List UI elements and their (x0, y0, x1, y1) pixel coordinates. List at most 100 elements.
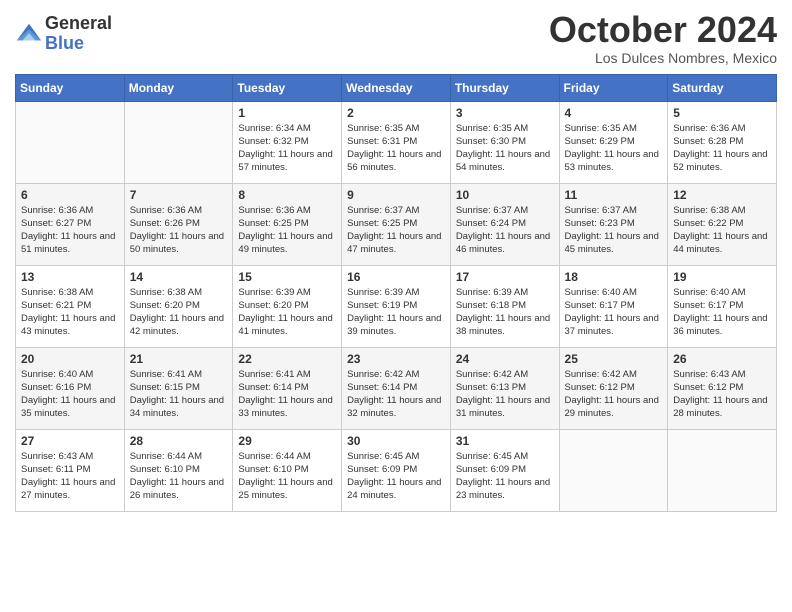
calendar-week-4: 20 Sunrise: 6:40 AM Sunset: 6:16 PM Dayli… (16, 347, 777, 429)
day-info: Sunrise: 6:42 AM Sunset: 6:12 PM Dayligh… (565, 368, 663, 421)
day-number: 25 (565, 352, 663, 366)
calendar-cell: 31Sunrise: 6:45 AM Sunset: 6:09 PM Dayli… (450, 429, 559, 511)
day-info: Sunrise: 6:40 AM Sunset: 6:17 PM Dayligh… (565, 286, 663, 339)
day-info: Sunrise: 6:44 AM Sunset: 6:10 PM Dayligh… (238, 450, 336, 503)
month-title: October 2024 (549, 10, 777, 50)
day-info: Sunrise: 6:35 AM Sunset: 6:29 PM Dayligh… (565, 122, 663, 175)
title-block: October 2024 Los Dulces Nombres, Mexico (549, 10, 777, 66)
day-info: Sunrise: 6:41 AM Sunset: 6:14 PM Dayligh… (238, 368, 336, 421)
day-number: 7 (130, 188, 228, 202)
day-number: 10 (456, 188, 554, 202)
calendar-cell: 28 Sunrise: 6:44 AM Sunset: 6:10 PM Dayli… (124, 429, 233, 511)
day-number: 28 (130, 434, 228, 448)
day-number: 26 (673, 352, 771, 366)
calendar-cell: 12 Sunrise: 6:38 AM Sunset: 6:22 PM Dayli… (668, 183, 777, 265)
day-info: Sunrise: 6:37 AM Sunset: 6:24 PM Dayligh… (456, 204, 554, 257)
day-number: 14 (130, 270, 228, 284)
day-number: 11 (565, 188, 663, 202)
calendar-cell: 5 Sunrise: 6:36 AM Sunset: 6:28 PM Daylig… (668, 101, 777, 183)
logo: General Blue (15, 14, 112, 54)
calendar-cell: 21Sunrise: 6:41 AM Sunset: 6:15 PM Dayli… (124, 347, 233, 429)
calendar-cell: 1Sunrise: 6:34 AM Sunset: 6:32 PM Daylig… (233, 101, 342, 183)
day-number: 1 (238, 106, 336, 120)
day-number: 3 (456, 106, 554, 120)
calendar-cell: 9 Sunrise: 6:37 AM Sunset: 6:25 PM Daylig… (342, 183, 451, 265)
day-info: Sunrise: 6:43 AM Sunset: 6:11 PM Dayligh… (21, 450, 119, 503)
calendar-header-row: SundayMondayTuesdayWednesdayThursdayFrid… (16, 74, 777, 101)
day-info: Sunrise: 6:39 AM Sunset: 6:18 PM Dayligh… (456, 286, 554, 339)
calendar-cell: 27 Sunrise: 6:43 AM Sunset: 6:11 PM Dayli… (16, 429, 125, 511)
calendar-cell: 22 Sunrise: 6:41 AM Sunset: 6:14 PM Dayli… (233, 347, 342, 429)
calendar-cell: 15 Sunrise: 6:39 AM Sunset: 6:20 PM Dayli… (233, 265, 342, 347)
calendar-cell: 13 Sunrise: 6:38 AM Sunset: 6:21 PM Dayli… (16, 265, 125, 347)
calendar-week-2: 6Sunrise: 6:36 AM Sunset: 6:27 PM Daylig… (16, 183, 777, 265)
day-info: Sunrise: 6:41 AM Sunset: 6:15 PM Dayligh… (130, 368, 228, 421)
day-number: 4 (565, 106, 663, 120)
day-info: Sunrise: 6:36 AM Sunset: 6:25 PM Dayligh… (238, 204, 336, 257)
calendar-cell (16, 101, 125, 183)
logo-text: General Blue (45, 14, 112, 54)
calendar-cell: 16 Sunrise: 6:39 AM Sunset: 6:19 PM Dayli… (342, 265, 451, 347)
calendar-cell: 30Sunrise: 6:45 AM Sunset: 6:09 PM Dayli… (342, 429, 451, 511)
weekday-header-saturday: Saturday (668, 74, 777, 101)
day-info: Sunrise: 6:42 AM Sunset: 6:14 PM Dayligh… (347, 368, 445, 421)
weekday-header-thursday: Thursday (450, 74, 559, 101)
day-number: 30 (347, 434, 445, 448)
day-number: 29 (238, 434, 336, 448)
day-number: 27 (21, 434, 119, 448)
calendar-cell: 25 Sunrise: 6:42 AM Sunset: 6:12 PM Dayli… (559, 347, 668, 429)
weekday-header-tuesday: Tuesday (233, 74, 342, 101)
logo-blue: Blue (45, 34, 112, 54)
day-number: 12 (673, 188, 771, 202)
calendar-cell: 24 Sunrise: 6:42 AM Sunset: 6:13 PM Dayli… (450, 347, 559, 429)
day-info: Sunrise: 6:36 AM Sunset: 6:26 PM Dayligh… (130, 204, 228, 257)
calendar-cell: 2Sunrise: 6:35 AM Sunset: 6:31 PM Daylig… (342, 101, 451, 183)
day-info: Sunrise: 6:40 AM Sunset: 6:16 PM Dayligh… (21, 368, 119, 421)
calendar-table: SundayMondayTuesdayWednesdayThursdayFrid… (15, 74, 777, 512)
weekday-header-sunday: Sunday (16, 74, 125, 101)
day-number: 15 (238, 270, 336, 284)
day-number: 8 (238, 188, 336, 202)
calendar-cell: 8 Sunrise: 6:36 AM Sunset: 6:25 PM Daylig… (233, 183, 342, 265)
day-number: 13 (21, 270, 119, 284)
calendar-cell: 7 Sunrise: 6:36 AM Sunset: 6:26 PM Daylig… (124, 183, 233, 265)
logo-general: General (45, 14, 112, 34)
calendar-body: 1Sunrise: 6:34 AM Sunset: 6:32 PM Daylig… (16, 101, 777, 511)
day-info: Sunrise: 6:43 AM Sunset: 6:12 PM Dayligh… (673, 368, 771, 421)
calendar-cell: 4 Sunrise: 6:35 AM Sunset: 6:29 PM Daylig… (559, 101, 668, 183)
calendar-cell: 14 Sunrise: 6:38 AM Sunset: 6:20 PM Dayli… (124, 265, 233, 347)
day-info: Sunrise: 6:38 AM Sunset: 6:20 PM Dayligh… (130, 286, 228, 339)
calendar-cell: 23Sunrise: 6:42 AM Sunset: 6:14 PM Dayli… (342, 347, 451, 429)
day-info: Sunrise: 6:39 AM Sunset: 6:20 PM Dayligh… (238, 286, 336, 339)
page-header: General Blue October 2024 Los Dulces Nom… (15, 10, 777, 66)
calendar-cell (559, 429, 668, 511)
calendar-cell: 11 Sunrise: 6:37 AM Sunset: 6:23 PM Dayli… (559, 183, 668, 265)
day-info: Sunrise: 6:40 AM Sunset: 6:17 PM Dayligh… (673, 286, 771, 339)
day-number: 9 (347, 188, 445, 202)
calendar-cell: 6Sunrise: 6:36 AM Sunset: 6:27 PM Daylig… (16, 183, 125, 265)
day-info: Sunrise: 6:36 AM Sunset: 6:28 PM Dayligh… (673, 122, 771, 175)
day-info: Sunrise: 6:42 AM Sunset: 6:13 PM Dayligh… (456, 368, 554, 421)
calendar-cell: 20 Sunrise: 6:40 AM Sunset: 6:16 PM Dayli… (16, 347, 125, 429)
day-number: 16 (347, 270, 445, 284)
day-info: Sunrise: 6:37 AM Sunset: 6:25 PM Dayligh… (347, 204, 445, 257)
calendar-cell: 29 Sunrise: 6:44 AM Sunset: 6:10 PM Dayli… (233, 429, 342, 511)
day-info: Sunrise: 6:38 AM Sunset: 6:22 PM Dayligh… (673, 204, 771, 257)
day-number: 31 (456, 434, 554, 448)
day-info: Sunrise: 6:44 AM Sunset: 6:10 PM Dayligh… (130, 450, 228, 503)
day-number: 18 (565, 270, 663, 284)
calendar-cell: 26 Sunrise: 6:43 AM Sunset: 6:12 PM Dayli… (668, 347, 777, 429)
day-number: 22 (238, 352, 336, 366)
day-info: Sunrise: 6:35 AM Sunset: 6:31 PM Dayligh… (347, 122, 445, 175)
weekday-header-friday: Friday (559, 74, 668, 101)
day-number: 20 (21, 352, 119, 366)
day-number: 17 (456, 270, 554, 284)
day-info: Sunrise: 6:37 AM Sunset: 6:23 PM Dayligh… (565, 204, 663, 257)
day-info: Sunrise: 6:39 AM Sunset: 6:19 PM Dayligh… (347, 286, 445, 339)
day-number: 5 (673, 106, 771, 120)
day-number: 24 (456, 352, 554, 366)
day-info: Sunrise: 6:35 AM Sunset: 6:30 PM Dayligh… (456, 122, 554, 175)
day-info: Sunrise: 6:38 AM Sunset: 6:21 PM Dayligh… (21, 286, 119, 339)
calendar-cell (124, 101, 233, 183)
weekday-header-monday: Monday (124, 74, 233, 101)
